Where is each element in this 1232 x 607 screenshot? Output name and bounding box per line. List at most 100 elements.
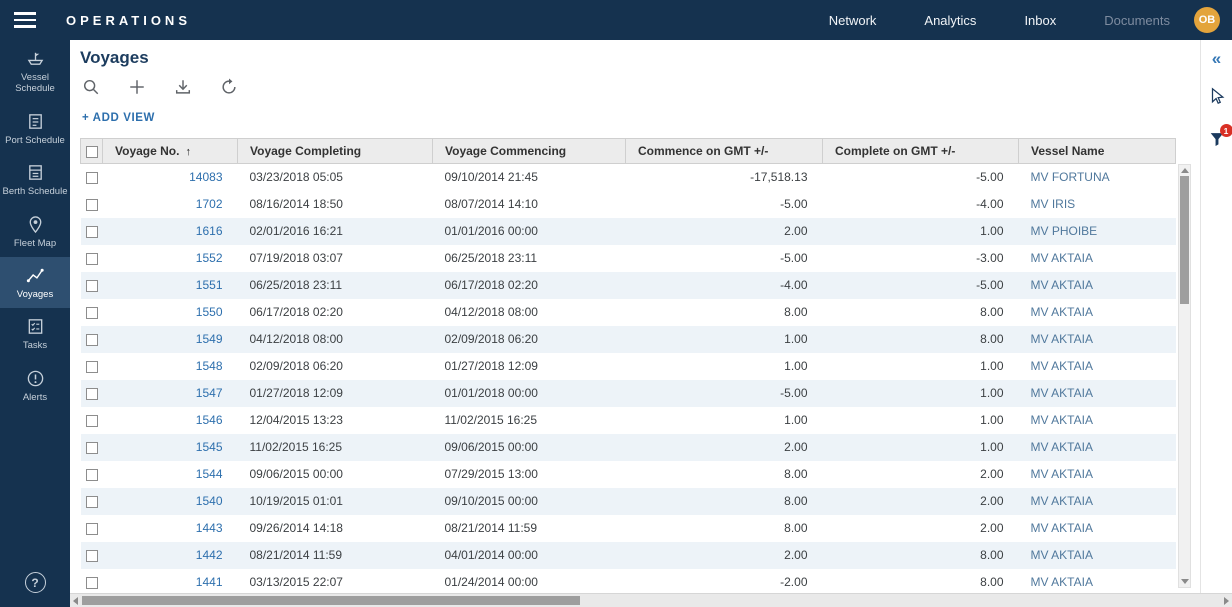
table-row[interactable]: 144309/26/2014 14:1808/21/2014 11:598.00…	[81, 515, 1176, 542]
reset-icon[interactable]	[220, 78, 238, 96]
row-checkbox[interactable]	[86, 469, 98, 481]
row-checkbox[interactable]	[86, 307, 98, 319]
voyage-no-link[interactable]: 1545	[196, 440, 223, 454]
voyage-no-link[interactable]: 1443	[196, 521, 223, 535]
voyage-no-link[interactable]: 1540	[196, 494, 223, 508]
add-view-button[interactable]: + ADD VIEW	[82, 112, 155, 124]
row-checkbox[interactable]	[86, 577, 98, 589]
table-row[interactable]: 161602/01/2016 16:2101/01/2016 00:002.00…	[81, 218, 1176, 245]
table-row[interactable]: 154802/09/2018 06:2001/27/2018 12:091.00…	[81, 353, 1176, 380]
row-checkbox[interactable]	[86, 253, 98, 265]
voyage-no-link[interactable]: 1616	[196, 224, 223, 238]
table-row[interactable]: 155106/25/2018 23:1106/17/2018 02:20-4.0…	[81, 272, 1176, 299]
download-icon[interactable]	[174, 78, 192, 96]
table-row[interactable]: 154701/27/2018 12:0901/01/2018 00:00-5.0…	[81, 380, 1176, 407]
column-header-voyage-no[interactable]: Voyage No.↑	[103, 139, 238, 164]
row-cell-voyage-completing: 09/26/2014 14:18	[238, 515, 433, 542]
collapse-panel-icon[interactable]: «	[1212, 50, 1221, 67]
sidebar-item-alerts[interactable]: Alerts	[0, 360, 70, 411]
horizontal-scrollbar[interactable]	[70, 593, 1232, 607]
row-checkbox[interactable]	[86, 199, 98, 211]
sidebar-item-port-schedule[interactable]: Port Schedule	[0, 103, 70, 154]
sidebar-item-label: Berth Schedule	[3, 186, 68, 197]
scroll-up-icon[interactable]	[1181, 168, 1189, 173]
voyage-no-link[interactable]: 1550	[196, 305, 223, 319]
sidebar-item-berth-schedule[interactable]: Berth Schedule	[0, 154, 70, 205]
table-row[interactable]: 154904/12/2018 08:0002/09/2018 06:201.00…	[81, 326, 1176, 353]
voyage-no-link[interactable]: 1552	[196, 251, 223, 265]
table-row[interactable]: 154612/04/2015 13:2311/02/2015 16:251.00…	[81, 407, 1176, 434]
row-cell-voyage-no: 1550	[103, 299, 238, 326]
add-icon[interactable]	[128, 78, 146, 96]
menu-icon[interactable]	[14, 0, 54, 40]
horizontal-scrollbar-thumb[interactable]	[82, 596, 580, 605]
row-checkbox[interactable]	[86, 550, 98, 562]
row-checkbox[interactable]	[86, 226, 98, 238]
vertical-scrollbar[interactable]	[1178, 164, 1191, 588]
voyage-no-link[interactable]: 1548	[196, 359, 223, 373]
column-header-commence-gmt[interactable]: Commence on GMT +/-	[626, 139, 823, 164]
row-cell-complete-gmt: -3.00	[823, 245, 1019, 272]
help-icon[interactable]: ?	[25, 572, 46, 593]
voyage-no-link[interactable]: 1549	[196, 332, 223, 346]
row-cell-complete-gmt: 2.00	[823, 461, 1019, 488]
row-cell-select	[81, 218, 103, 245]
scroll-right-icon[interactable]	[1224, 597, 1229, 605]
scroll-left-icon[interactable]	[73, 597, 78, 605]
voyage-no-link[interactable]: 1441	[196, 575, 223, 589]
row-cell-vessel-name: MV AKTAIA	[1019, 353, 1176, 380]
scroll-down-icon[interactable]	[1181, 579, 1189, 584]
column-header-complete-gmt[interactable]: Complete on GMT +/-	[823, 139, 1019, 164]
nav-item-network[interactable]: Network	[829, 13, 877, 28]
voyage-no-link[interactable]: 1551	[196, 278, 223, 292]
table-row[interactable]: 154010/19/2015 01:0109/10/2015 00:008.00…	[81, 488, 1176, 515]
row-cell-voyage-no: 1441	[103, 569, 238, 594]
sidebar-item-tasks[interactable]: Tasks	[0, 308, 70, 359]
table-row[interactable]: 1408303/23/2018 05:0509/10/2014 21:45-17…	[81, 164, 1176, 191]
filter-icon[interactable]: 1	[1208, 130, 1226, 153]
row-cell-vessel-name: MV AKTAIA	[1019, 245, 1176, 272]
table-row[interactable]: 144208/21/2014 11:5904/01/2014 00:002.00…	[81, 542, 1176, 569]
row-cell-voyage-completing: 06/17/2018 02:20	[238, 299, 433, 326]
row-checkbox[interactable]	[86, 523, 98, 535]
sidebar-item-vessel-schedule[interactable]: Vessel Schedule	[0, 40, 70, 103]
table-row[interactable]: 155207/19/2018 03:0706/25/2018 23:11-5.0…	[81, 245, 1176, 272]
column-header-voyage-commencing[interactable]: Voyage Commencing	[433, 139, 626, 164]
row-checkbox[interactable]	[86, 361, 98, 373]
row-cell-voyage-no: 1702	[103, 191, 238, 218]
header-select-all	[81, 139, 103, 164]
table-row[interactable]: 155006/17/2018 02:2004/12/2018 08:008.00…	[81, 299, 1176, 326]
row-cell-voyage-commencing: 02/09/2018 06:20	[433, 326, 626, 353]
voyage-no-link[interactable]: 1544	[196, 467, 223, 481]
select-all-checkbox[interactable]	[86, 146, 98, 158]
table-row[interactable]: 144103/13/2015 22:0701/24/2014 00:00-2.0…	[81, 569, 1176, 594]
voyage-no-link[interactable]: 14083	[189, 170, 222, 184]
table-row[interactable]: 154409/06/2015 00:0007/29/2015 13:008.00…	[81, 461, 1176, 488]
table-row[interactable]: 170208/16/2014 18:5008/07/2014 14:10-5.0…	[81, 191, 1176, 218]
avatar[interactable]: OB	[1194, 7, 1220, 33]
search-icon[interactable]	[82, 78, 100, 96]
voyage-no-link[interactable]: 1547	[196, 386, 223, 400]
row-checkbox[interactable]	[86, 172, 98, 184]
sidebar-item-fleet-map[interactable]: Fleet Map	[0, 206, 70, 257]
vertical-scrollbar-thumb[interactable]	[1180, 176, 1189, 304]
row-checkbox[interactable]	[86, 388, 98, 400]
row-checkbox[interactable]	[86, 442, 98, 454]
sidebar-item-label: Tasks	[23, 340, 47, 351]
nav-item-documents[interactable]: Documents	[1104, 13, 1170, 28]
column-header-vessel-name[interactable]: Vessel Name	[1019, 139, 1176, 164]
row-cell-commence-gmt: 2.00	[626, 434, 823, 461]
sidebar-item-voyages[interactable]: Voyages	[0, 257, 70, 308]
row-checkbox[interactable]	[86, 415, 98, 427]
row-checkbox[interactable]	[86, 280, 98, 292]
nav-item-inbox[interactable]: Inbox	[1024, 13, 1056, 28]
voyage-no-link[interactable]: 1442	[196, 548, 223, 562]
row-checkbox[interactable]	[86, 334, 98, 346]
row-checkbox[interactable]	[86, 496, 98, 508]
nav-item-analytics[interactable]: Analytics	[924, 13, 976, 28]
voyage-no-link[interactable]: 1546	[196, 413, 223, 427]
voyage-no-link[interactable]: 1702	[196, 197, 223, 211]
pointer-select-icon[interactable]	[1208, 87, 1226, 110]
column-header-voyage-completing[interactable]: Voyage Completing	[238, 139, 433, 164]
table-row[interactable]: 154511/02/2015 16:2509/06/2015 00:002.00…	[81, 434, 1176, 461]
